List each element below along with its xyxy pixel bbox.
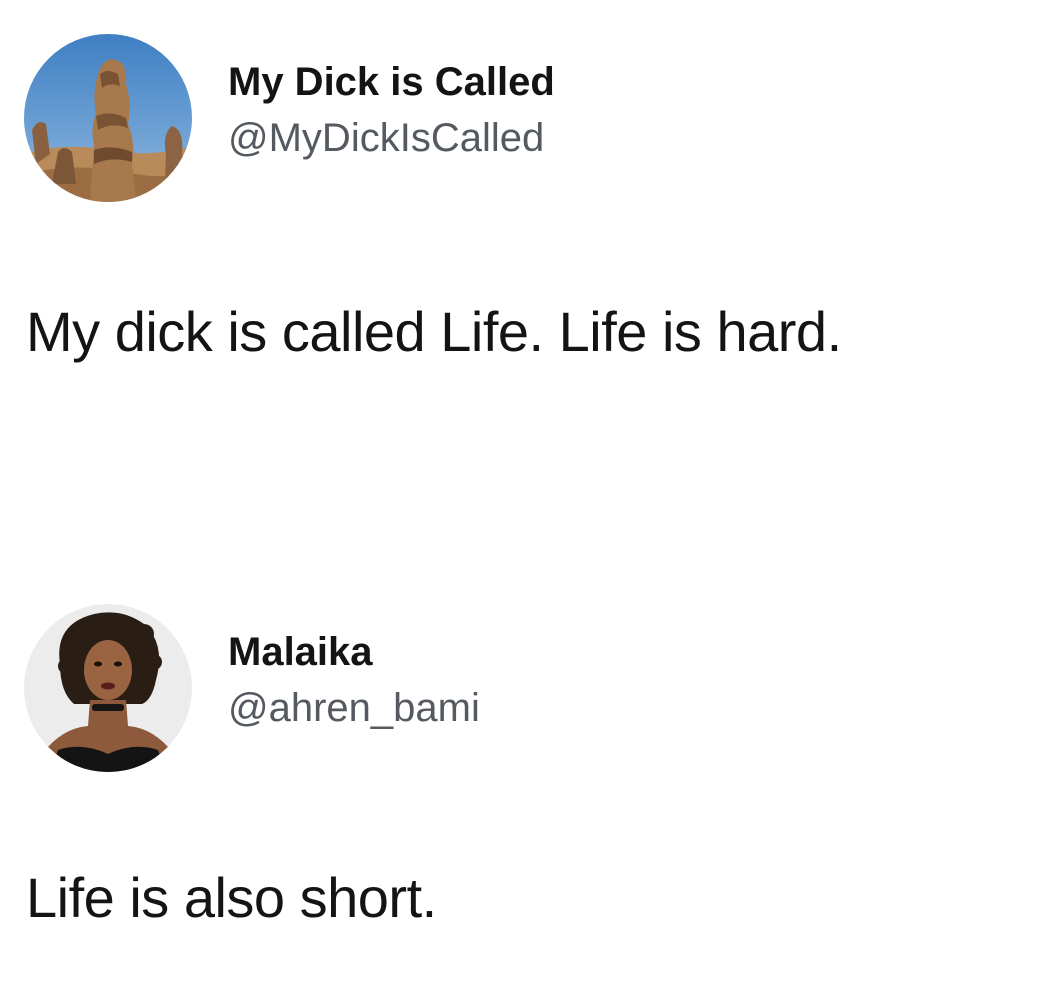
- tweet-text: Life is also short.: [26, 866, 437, 929]
- tweet-text: My dick is called Life. Life is hard.: [26, 300, 842, 363]
- avatar[interactable]: [24, 34, 192, 202]
- rock-formation-photo-icon: [24, 34, 192, 202]
- display-name[interactable]: Malaika: [228, 628, 480, 676]
- tweet-1: My Dick is Called @MyDickIsCalled My dic…: [0, 0, 1044, 500]
- author: My Dick is Called @MyDickIsCalled: [228, 58, 555, 162]
- display-name[interactable]: My Dick is Called: [228, 58, 555, 106]
- user-handle[interactable]: @MyDickIsCalled: [228, 114, 555, 162]
- author: Malaika @ahren_bami: [228, 628, 480, 732]
- avatar[interactable]: [24, 604, 192, 772]
- user-handle[interactable]: @ahren_bami: [228, 684, 480, 732]
- tweet-2: Malaika @ahren_bami Life is also short.: [0, 500, 1044, 984]
- portrait-photo-icon: [24, 604, 192, 772]
